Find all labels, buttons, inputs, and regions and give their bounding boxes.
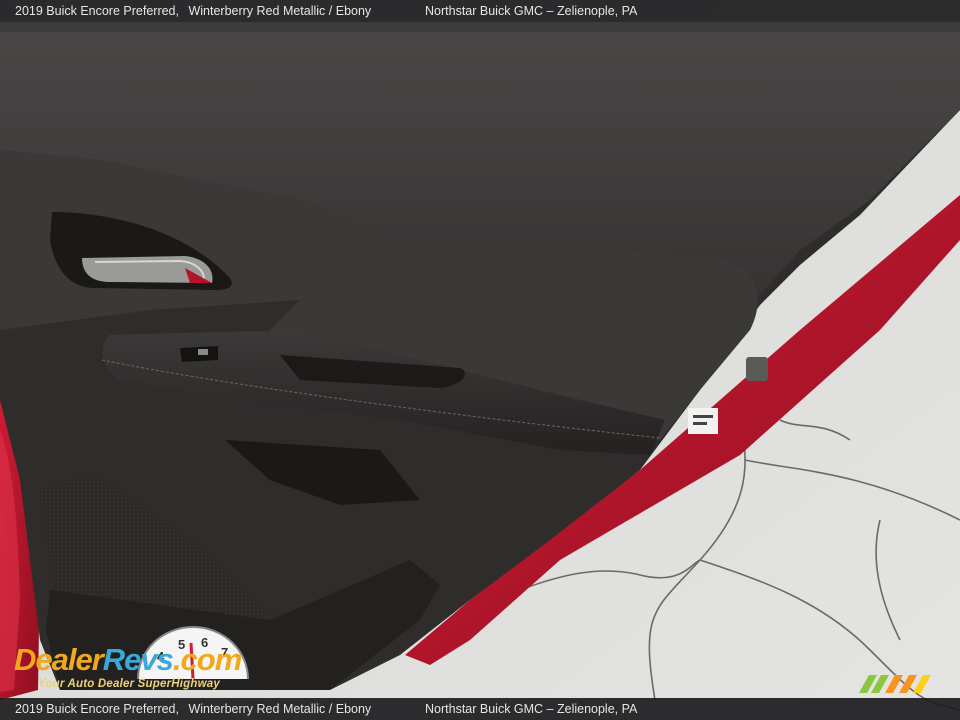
caption-vehicle: 2019 Buick Encore Preferred, (15, 702, 179, 716)
caption-vehicle: 2019 Buick Encore Preferred, (15, 4, 179, 18)
logo-tagline: Your Auto Dealer SuperHighway (38, 678, 220, 690)
logo-wordmark: DealerRevs.com (14, 642, 242, 677)
door-label (688, 408, 718, 434)
caption-bar-top: 2019 Buick Encore Preferred, Winterberry… (0, 0, 960, 22)
dealerrevs-logo: 4 5 6 7 DealerRevs.com Your Auto Dealer … (12, 624, 272, 696)
wm-logo-icon (859, 675, 931, 693)
door-panel-photo (0, 0, 960, 720)
caption-dealer: Northstar Buick GMC – Zelienople, PA (425, 702, 638, 716)
caption-color: Winterberry Red Metallic / Ebony (188, 702, 372, 716)
caption-dealer: Northstar Buick GMC – Zelienople, PA (425, 4, 638, 18)
door-latch (746, 357, 768, 381)
caption-color: Winterberry Red Metallic / Ebony (188, 4, 372, 18)
photo-stage: 2019 Buick Encore Preferred, Winterberry… (0, 0, 960, 720)
caption-bar-bottom: 2019 Buick Encore Preferred, Winterberry… (0, 698, 960, 720)
